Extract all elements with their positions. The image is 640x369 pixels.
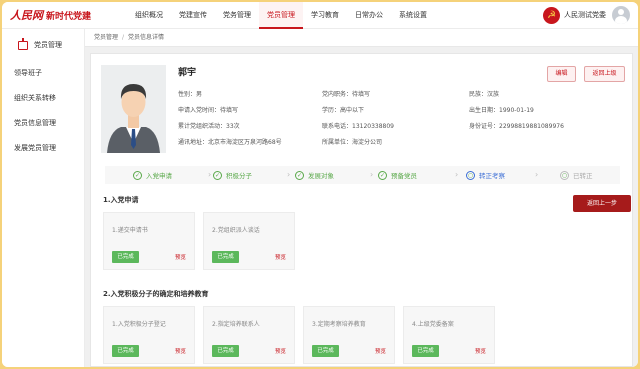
sidebar-header: 党员管理 (2, 29, 84, 61)
step-label: 预备党员 (391, 172, 417, 180)
task-preview-link[interactable]: 预览 (275, 347, 286, 355)
field-address: 通讯地址：北京市海淀区万泉河路68号 (178, 139, 282, 146)
back-button[interactable]: 返回上级 (584, 66, 625, 82)
sidebar-title: 党员管理 (34, 41, 62, 49)
task-preview-link[interactable]: 预览 (375, 347, 386, 355)
field-id-number: 身份证号：22998819881089976 (469, 123, 564, 130)
breadcrumb-item-detail: 党员信息详情 (128, 34, 165, 41)
task-preview-link[interactable]: 预览 (175, 253, 186, 261)
task-card: 1.递交申请书 已完成 预览 (103, 212, 195, 270)
task-status-badge: 已完成 (212, 345, 239, 357)
back-step-button[interactable]: 返回上一步 (573, 195, 631, 212)
nav-item-study-education[interactable]: 学习教育 (303, 2, 347, 29)
user-avatar[interactable] (612, 6, 630, 24)
task-status-badge: 已完成 (112, 251, 139, 263)
task-card: 2.指定培养联系人 已完成 预览 (203, 306, 295, 364)
check-icon: ✓ (213, 170, 222, 180)
current-step-icon: ○ (466, 170, 475, 180)
task-status-badge: 已完成 (112, 345, 139, 357)
edit-button[interactable]: 编辑 (547, 66, 576, 82)
person-silhouette-icon (101, 65, 166, 153)
field-phone: 联系电话：13120338809 (322, 123, 394, 130)
step-probationary: ✓ 预备党员 (378, 170, 417, 180)
task-title: 2.党组织派人谈话 (212, 227, 260, 234)
field-party-position: 党内职务：待填写 (322, 91, 371, 98)
section-title-application: 1.入党申请 (103, 196, 139, 204)
field-unit: 所属单位：海淀分公司 (322, 139, 383, 146)
task-title: 4.上级党委备案 (412, 321, 454, 328)
sidebar-item-member-info[interactable]: 党员信息管理 (2, 111, 84, 136)
task-title: 1.入党积极分子登记 (112, 321, 166, 328)
nav-item-member-management[interactable]: 党员管理 (259, 2, 303, 29)
nav-item-party-affairs[interactable]: 党务管理 (215, 2, 259, 29)
field-ethnicity: 民族：汉族 (469, 91, 500, 98)
chevron-right-icon: › (287, 170, 291, 179)
member-detail-card: 郭宇 性别：男 党内职务：待填写 民族：汉族 申请入党时间：待填写 学历：高中以… (90, 53, 633, 367)
nav-item-daily-office[interactable]: 日常办公 (347, 2, 391, 29)
task-status-badge: 已完成 (412, 345, 439, 357)
task-title: 1.递交申请书 (112, 227, 148, 234)
party-emblem-icon: ☭ (543, 6, 560, 24)
step-label: 积极分子 (226, 172, 252, 180)
chevron-right-icon: › (535, 170, 539, 179)
logo-main-text: 人民网 (10, 9, 43, 22)
step-development-target: ✓ 发展对象 (295, 170, 334, 180)
breadcrumb-item-member-management[interactable]: 党员管理 (94, 34, 118, 41)
field-application-date: 申请入党时间：待填写 (178, 107, 239, 114)
progress-steps: ✓ 入党申请 › ✓ 积极分子 › ✓ 发展对象 › ✓ 预备党员 › ○ 转正… (105, 166, 620, 184)
task-card: 2.党组织派人谈话 已完成 预览 (203, 212, 295, 270)
step-label: 已转正 (573, 172, 593, 180)
top-bar: 人民网 新时代党建 组织概况 党建宣传 党务管理 党员管理 学习教育 日常办公 … (2, 2, 638, 29)
field-gender: 性别：男 (178, 91, 203, 98)
field-activity-count: 累计党组织活动：33次 (178, 123, 240, 130)
check-icon: ✓ (295, 170, 304, 180)
main-content: 党员管理 / 党员信息详情 郭宇 性别：男 党内职务：待填写 民族：汉族 申请入党 (85, 29, 638, 367)
step-label: 转正考察 (479, 172, 505, 180)
step-label: 发展对象 (308, 172, 334, 180)
member-photo (101, 65, 166, 153)
step-regularization-review: ○ 转正考察 (466, 170, 505, 180)
task-preview-link[interactable]: 预览 (175, 347, 186, 355)
app-window: 人民网 新时代党建 组织概况 党建宣传 党务管理 党员管理 学习教育 日常办公 … (2, 2, 638, 367)
chevron-right-icon: › (455, 170, 459, 179)
sidebar: 党员管理 领导班子 组织关系转移 党员信息管理 发展党员管理 (2, 29, 85, 367)
task-card: 1.入党积极分子登记 已完成 预览 (103, 306, 195, 364)
task-title: 2.指定培养联系人 (212, 321, 260, 328)
site-logo[interactable]: 人民网 新时代党建 (2, 7, 122, 23)
nav-item-system-settings[interactable]: 系统设置 (391, 2, 435, 29)
breadcrumb: 党员管理 / 党员信息详情 (85, 29, 638, 47)
step-activist: ✓ 积极分子 (213, 170, 252, 180)
field-education: 学历：高中以下 (322, 107, 365, 114)
logo-sub-text: 新时代党建 (46, 12, 92, 22)
step-regularized: ○ 已转正 (560, 170, 593, 180)
task-status-badge: 已完成 (212, 251, 239, 263)
check-icon: ✓ (378, 170, 387, 180)
check-icon: ✓ (133, 170, 142, 180)
task-card: 4.上级党委备案 已完成 预览 (403, 306, 495, 364)
member-name: 郭宇 (178, 68, 197, 78)
chevron-right-icon: › (370, 170, 374, 179)
nav-item-party-promotion[interactable]: 党建宣传 (171, 2, 215, 29)
step-label: 入党申请 (146, 172, 172, 180)
task-preview-link[interactable]: 预览 (275, 253, 286, 261)
task-status-badge: 已完成 (312, 345, 339, 357)
task-title: 3.定期考察培养教育 (312, 321, 366, 328)
nav-item-org-overview[interactable]: 组织概况 (127, 2, 171, 29)
org-name[interactable]: 人民测试党委 (564, 10, 606, 20)
user-area: ☭ 人民测试党委 (543, 6, 630, 24)
pending-step-icon: ○ (560, 170, 569, 180)
sidebar-item-leadership[interactable]: 领导班子 (2, 61, 84, 86)
main-nav: 组织概况 党建宣传 党务管理 党员管理 学习教育 日常办公 系统设置 (127, 2, 435, 29)
step-application: ✓ 入党申请 (133, 170, 172, 180)
member-book-icon (18, 37, 28, 50)
field-birth-date: 出生日期：1990-01-19 (469, 107, 534, 114)
task-card: 3.定期考察培养教育 已完成 预览 (303, 306, 395, 364)
section-title-activist: 2.入党积极分子的确定和培养教育 (103, 290, 209, 298)
sidebar-item-transfer[interactable]: 组织关系转移 (2, 86, 84, 111)
task-preview-link[interactable]: 预览 (475, 347, 486, 355)
chevron-right-icon: › (208, 170, 212, 179)
sidebar-item-development[interactable]: 发展党员管理 (2, 136, 84, 161)
